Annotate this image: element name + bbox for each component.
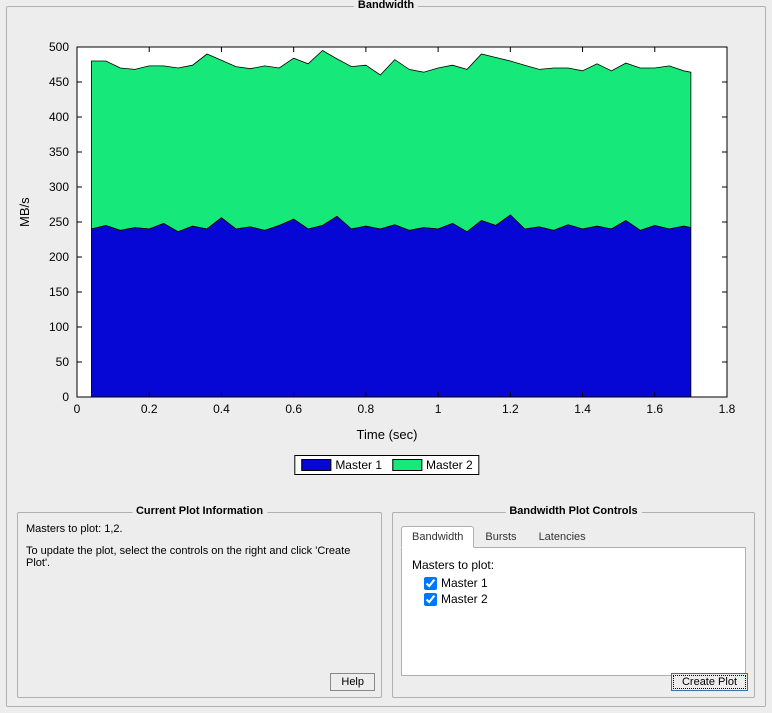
info-instruction-line: To update the plot, select the controls … — [26, 545, 373, 569]
masters-to-plot-label: Masters to plot: — [412, 558, 735, 572]
panel-title: Bandwidth — [354, 0, 418, 11]
svg-text:1: 1 — [435, 402, 442, 416]
svg-text:0: 0 — [62, 390, 69, 404]
info-masters-line: Masters to plot: 1,2. — [26, 523, 373, 535]
chart-area: 0 0.2 0.4 0.6 0.8 1 1.2 1.4 1.6 1.8 0 50 100 150 200 25… — [7, 17, 767, 497]
create-plot-button[interactable]: Create Plot — [671, 673, 748, 691]
svg-text:50: 50 — [56, 355, 70, 369]
checkbox-row-master1[interactable]: Master 1 — [424, 576, 735, 590]
svg-text:1.8: 1.8 — [719, 402, 736, 416]
svg-text:1.2: 1.2 — [502, 402, 519, 416]
svg-text:0: 0 — [74, 402, 81, 416]
controls-tabs: Bandwidth Bursts Latencies — [401, 525, 746, 548]
legend-label-master1: Master 1 — [335, 458, 382, 472]
x-axis-label: Time (sec) — [7, 427, 767, 442]
tab-bursts[interactable]: Bursts — [474, 526, 527, 548]
bandwidth-panel: Bandwidth 0 0.2 0.4 0.6 0.8 1 1.2 1.4 1.6 1.8 0 50 1… — [6, 6, 766, 707]
svg-text:0.8: 0.8 — [358, 402, 375, 416]
svg-text:500: 500 — [49, 40, 69, 54]
svg-text:250: 250 — [49, 215, 69, 229]
svg-text:450: 450 — [49, 75, 69, 89]
chart-legend: Master 1 Master 2 — [294, 455, 479, 475]
svg-text:300: 300 — [49, 180, 69, 194]
current-plot-info-panel: Current Plot Information Masters to plot… — [17, 512, 382, 698]
legend-swatch-master2 — [392, 459, 422, 471]
tab-latencies[interactable]: Latencies — [528, 526, 597, 548]
checkbox-row-master2[interactable]: Master 2 — [424, 592, 735, 606]
svg-text:0.2: 0.2 — [141, 402, 158, 416]
checkbox-label-master1: Master 1 — [441, 576, 488, 590]
svg-text:0.6: 0.6 — [285, 402, 302, 416]
bandwidth-chart: 0 0.2 0.4 0.6 0.8 1 1.2 1.4 1.6 1.8 0 50 100 150 200 25… — [7, 17, 767, 427]
svg-text:100: 100 — [49, 320, 69, 334]
help-button[interactable]: Help — [330, 673, 375, 691]
checkbox-master2[interactable] — [424, 593, 437, 606]
y-axis-label: MB/s — [17, 197, 32, 227]
svg-text:350: 350 — [49, 145, 69, 159]
checkbox-master1[interactable] — [424, 577, 437, 590]
tab-bandwidth[interactable]: Bandwidth — [401, 526, 474, 548]
svg-text:150: 150 — [49, 285, 69, 299]
legend-label-master2: Master 2 — [426, 458, 473, 472]
svg-text:1.6: 1.6 — [646, 402, 663, 416]
checkbox-label-master2: Master 2 — [441, 592, 488, 606]
svg-text:200: 200 — [49, 250, 69, 264]
tab-content-bandwidth: Masters to plot: Master 1 Master 2 — [401, 548, 746, 676]
legend-swatch-master1 — [301, 459, 331, 471]
svg-text:400: 400 — [49, 110, 69, 124]
bandwidth-plot-controls-panel: Bandwidth Plot Controls Bandwidth Bursts… — [392, 512, 755, 698]
svg-text:0.4: 0.4 — [213, 402, 230, 416]
svg-text:1.4: 1.4 — [574, 402, 591, 416]
